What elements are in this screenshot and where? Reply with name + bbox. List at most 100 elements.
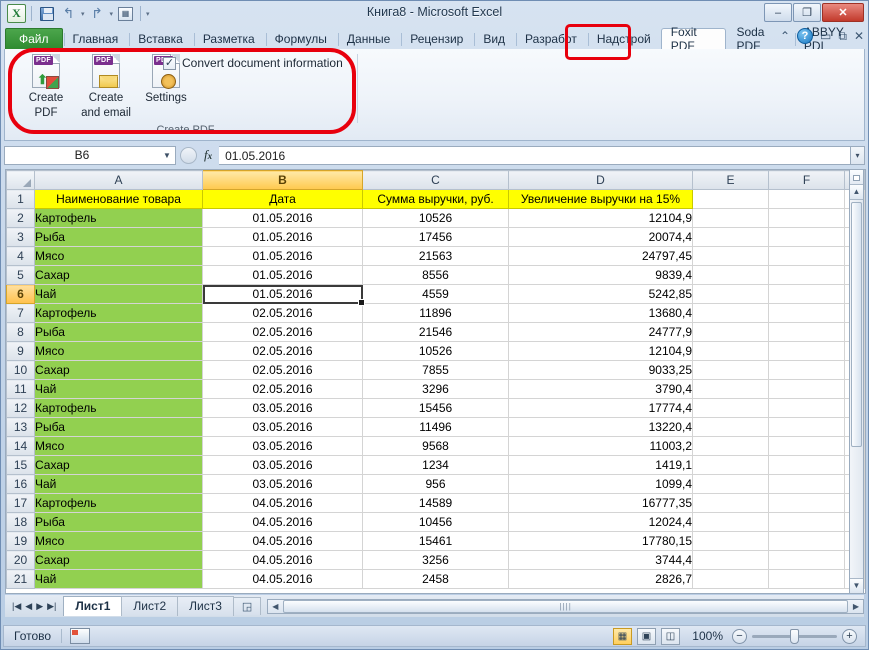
cell-a4[interactable]: Мясо [35,247,203,266]
cell-a18[interactable]: Рыба [35,513,203,532]
cell-d15[interactable]: 1419,1 [509,456,693,475]
scroll-down-button[interactable]: ▼ [850,578,863,593]
cell-e2[interactable] [693,209,769,228]
scroll-right-button[interactable]: ▶ [849,602,863,611]
help-icon[interactable]: ? [797,28,813,44]
cell-b17[interactable]: 04.05.2016 [203,494,363,513]
cell-b12[interactable]: 03.05.2016 [203,399,363,418]
cell-c15[interactable]: 1234 [363,456,509,475]
column-header-d[interactable]: D [509,171,693,190]
row-header-9[interactable]: 9 [7,342,35,361]
insert-function-toggle-icon[interactable] [180,147,197,164]
cell-f5[interactable] [769,266,845,285]
spreadsheet-grid[interactable]: A B C D E F 1Наименование товараДатаСумм… [5,169,866,594]
cell-e12[interactable] [693,399,769,418]
zoom-in-button[interactable]: + [842,629,857,644]
expand-formula-bar-icon[interactable]: ▾ [851,146,865,165]
cell-b4[interactable]: 01.05.2016 [203,247,363,266]
row-header-21[interactable]: 21 [7,570,35,589]
row-header-17[interactable]: 17 [7,494,35,513]
cell-f4[interactable] [769,247,845,266]
cell-e17[interactable] [693,494,769,513]
cell-f19[interactable] [769,532,845,551]
cell-b1[interactable]: Дата [203,190,363,209]
page-break-view-button[interactable]: ◫ [661,628,680,645]
cell-a15[interactable]: Сахар [35,456,203,475]
cell-b18[interactable]: 04.05.2016 [203,513,363,532]
row-header-16[interactable]: 16 [7,475,35,494]
cell-d19[interactable]: 17780,15 [509,532,693,551]
column-header-b[interactable]: B [203,171,363,190]
cell-e8[interactable] [693,323,769,342]
row-header-5[interactable]: 5 [7,266,35,285]
cell-d20[interactable]: 3744,4 [509,551,693,570]
record-macro-icon[interactable] [70,628,90,644]
row-header-13[interactable]: 13 [7,418,35,437]
cell-b2[interactable]: 01.05.2016 [203,209,363,228]
cell-c2[interactable]: 10526 [363,209,509,228]
create-and-email-button[interactable]: PDF Create and email [73,54,139,120]
horizontal-scrollbar[interactable]: ◀ |||| ▶ [267,599,864,614]
page-layout-view-button[interactable]: ▣ [637,628,656,645]
zoom-out-button[interactable]: − [732,629,747,644]
cell-b15[interactable]: 03.05.2016 [203,456,363,475]
row-header-6[interactable]: 6 [7,285,35,304]
cell-b19[interactable]: 04.05.2016 [203,532,363,551]
cell-f10[interactable] [769,361,845,380]
cell-e5[interactable] [693,266,769,285]
close-button[interactable]: ✕ [822,3,864,22]
cell-d18[interactable]: 12024,4 [509,513,693,532]
cell-d7[interactable]: 13680,4 [509,304,693,323]
cell-e7[interactable] [693,304,769,323]
cell-f6[interactable] [769,285,845,304]
cell-f16[interactable] [769,475,845,494]
cell-e16[interactable] [693,475,769,494]
cell-c4[interactable]: 21563 [363,247,509,266]
cell-e18[interactable] [693,513,769,532]
tab-developer[interactable]: Разработ [515,28,587,49]
cell-b16[interactable]: 03.05.2016 [203,475,363,494]
vertical-scrollbar[interactable]: ▲ ▼ [849,169,864,594]
cell-c13[interactable]: 11496 [363,418,509,437]
row-header-14[interactable]: 14 [7,437,35,456]
row-header-15[interactable]: 15 [7,456,35,475]
cell-f9[interactable] [769,342,845,361]
cell-d16[interactable]: 1099,4 [509,475,693,494]
row-header-11[interactable]: 11 [7,380,35,399]
tab-view[interactable]: Вид [473,28,515,49]
create-pdf-button[interactable]: PDF ⬆ Create PDF [17,54,75,120]
row-header-1[interactable]: 1 [7,190,35,209]
cell-f11[interactable] [769,380,845,399]
cell-c17[interactable]: 14589 [363,494,509,513]
cell-d21[interactable]: 2826,7 [509,570,693,589]
cell-c6[interactable]: 4559 [363,285,509,304]
cell-c19[interactable]: 15461 [363,532,509,551]
sheet-tab-3[interactable]: Лист3 [177,596,234,616]
cell-f14[interactable] [769,437,845,456]
row-header-12[interactable]: 12 [7,399,35,418]
cell-e14[interactable] [693,437,769,456]
window-arrange-icon[interactable]: ⧉ [838,29,847,44]
row-header-7[interactable]: 7 [7,304,35,323]
cell-e19[interactable] [693,532,769,551]
zoom-slider-thumb[interactable] [790,629,799,644]
cell-a1[interactable]: Наименование товара [35,190,203,209]
cell-c11[interactable]: 3296 [363,380,509,399]
cell-f20[interactable] [769,551,845,570]
cell-a16[interactable]: Чай [35,475,203,494]
column-header-e[interactable]: E [693,171,769,190]
cell-b8[interactable]: 02.05.2016 [203,323,363,342]
sheet-tab-2[interactable]: Лист2 [121,596,178,616]
cell-e9[interactable] [693,342,769,361]
tab-formulas[interactable]: Формулы [265,28,337,49]
cell-a5[interactable]: Сахар [35,266,203,285]
cell-a19[interactable]: Мясо [35,532,203,551]
next-sheet-icon[interactable]: ▶ [36,601,43,612]
cell-b6[interactable]: 01.05.2016 [203,285,363,304]
formula-input[interactable]: 01.05.2016 [219,146,851,165]
column-header-c[interactable]: C [363,171,509,190]
first-sheet-icon[interactable]: |◀ [12,601,21,612]
restore-down-icon[interactable]: ▭ [820,29,831,43]
cell-d8[interactable]: 24777,9 [509,323,693,342]
cell-f7[interactable] [769,304,845,323]
